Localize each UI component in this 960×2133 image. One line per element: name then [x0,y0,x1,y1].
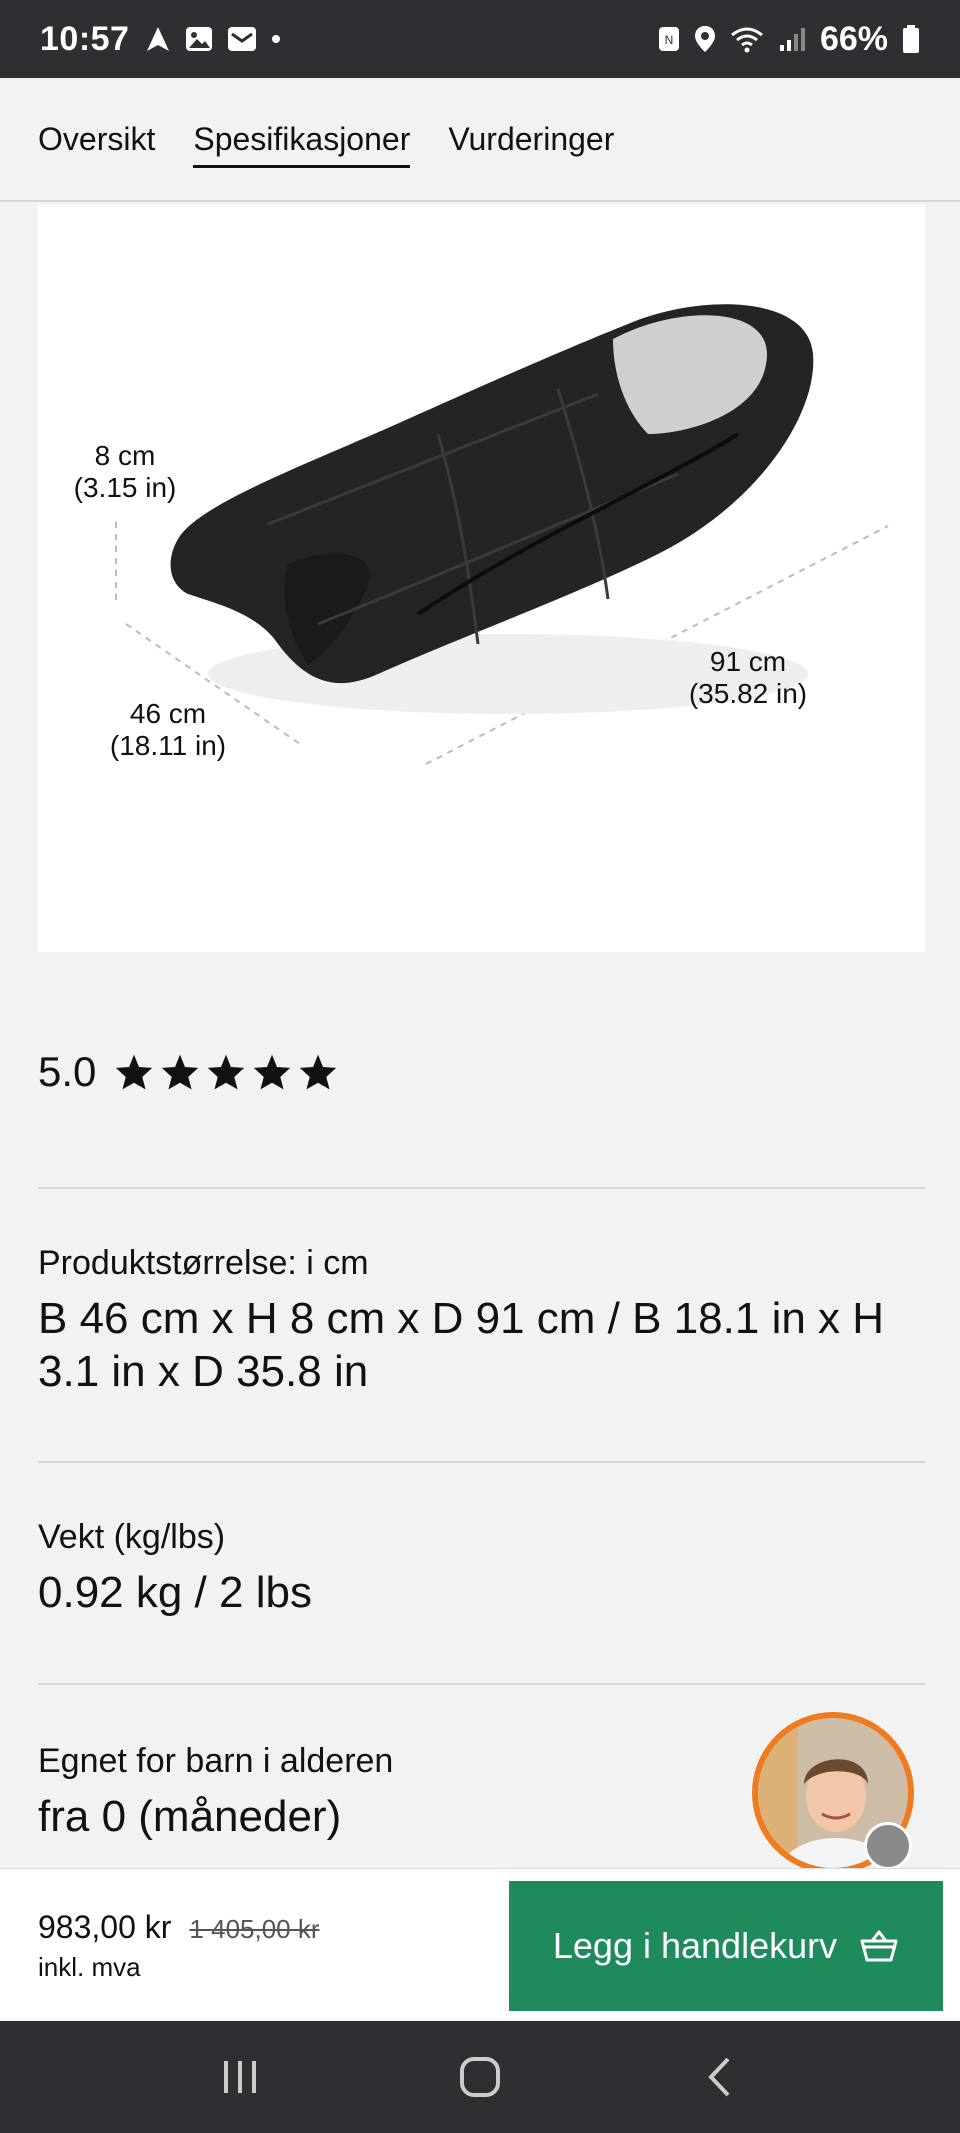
original-price: 1 405,00 kr [189,1914,320,1944]
spec-value: B 46 cm x H 8 cm x D 91 cm / B 18.1 in x… [38,1294,885,1396]
home-button[interactable] [440,2037,520,2117]
rating-stars [114,1053,338,1091]
add-to-cart-bar: 983,00 kr 1 405,00 kr inkl. mva Legg i h… [0,1868,960,2020]
footmuff-illustration [115,304,889,765]
divider [38,1461,925,1463]
wifi-icon [730,25,764,53]
back-chevron-icon [708,2057,730,2097]
nfc-icon: N [658,25,680,53]
battery-percentage: 66% [819,19,888,58]
recent-apps-button[interactable] [200,2037,280,2117]
current-price: 983,00 kr [38,1909,172,1945]
star-icon [208,1054,245,1090]
navigation-arrow-icon [145,25,171,53]
tab-spesifikasjoner[interactable]: Spesifikasjoner [193,111,411,168]
signal-icon [778,25,806,53]
add-to-cart-label: Legg i handlekurv [552,1925,838,1966]
spec-product-size: Produktstørrelse: i cm B 46 cm x H 8 cm … [38,1244,928,1399]
star-icon [162,1054,199,1090]
spec-label: Vekt (kg/lbs) [38,1518,226,1556]
add-to-cart-button[interactable]: Legg i handlekurv [509,1881,943,2011]
vat-note: inkl. mva [38,1952,141,1982]
back-button[interactable] [680,2037,760,2117]
basket-icon [860,1930,898,1962]
divider [38,1683,925,1685]
tab-oversikt[interactable]: Oversikt [38,111,155,168]
spec-weight: Vekt (kg/lbs) 0.92 kg / 2 lbs [38,1518,928,1620]
spec-tabs: Oversikt Spesifikasjoner Vurderinger [0,78,960,202]
location-icon [694,25,716,53]
recent-apps-icon [224,2061,256,2093]
status-time: 10:57 [40,19,130,58]
width-dimension-label: 46 cm (18.11 in) [109,698,227,762]
product-image: 8 cm (3.15 in) 46 cm (18.11 in) 91 cm (3… [38,204,925,952]
chat-status-indicator [864,1822,912,1870]
spec-value: 0.92 kg / 2 lbs [38,1568,312,1617]
system-navigation-bar [0,2021,960,2133]
notification-dot-icon [271,34,281,44]
star-icon [254,1054,291,1090]
spec-label: Produktstørrelse: i cm [38,1244,369,1282]
rating-summary[interactable]: 5.0 [38,1048,338,1096]
battery-icon [902,24,920,54]
price-block: 983,00 kr 1 405,00 kr inkl. mva [38,1909,320,1983]
tab-vurderinger[interactable]: Vurderinger [448,111,614,168]
svg-text:N: N [665,33,674,47]
star-icon [116,1054,153,1090]
height-dimension-label: 8 cm (3.15 in) [73,440,177,504]
rating-value: 5.0 [38,1048,97,1095]
status-bar: 10:57 N 66% [0,0,960,78]
mail-icon [227,26,257,52]
home-icon [460,2057,500,2097]
length-dimension-label: 91 cm (35.82 in) [688,646,808,710]
divider [38,1187,925,1189]
gallery-icon [185,26,213,52]
star-icon [300,1054,337,1090]
